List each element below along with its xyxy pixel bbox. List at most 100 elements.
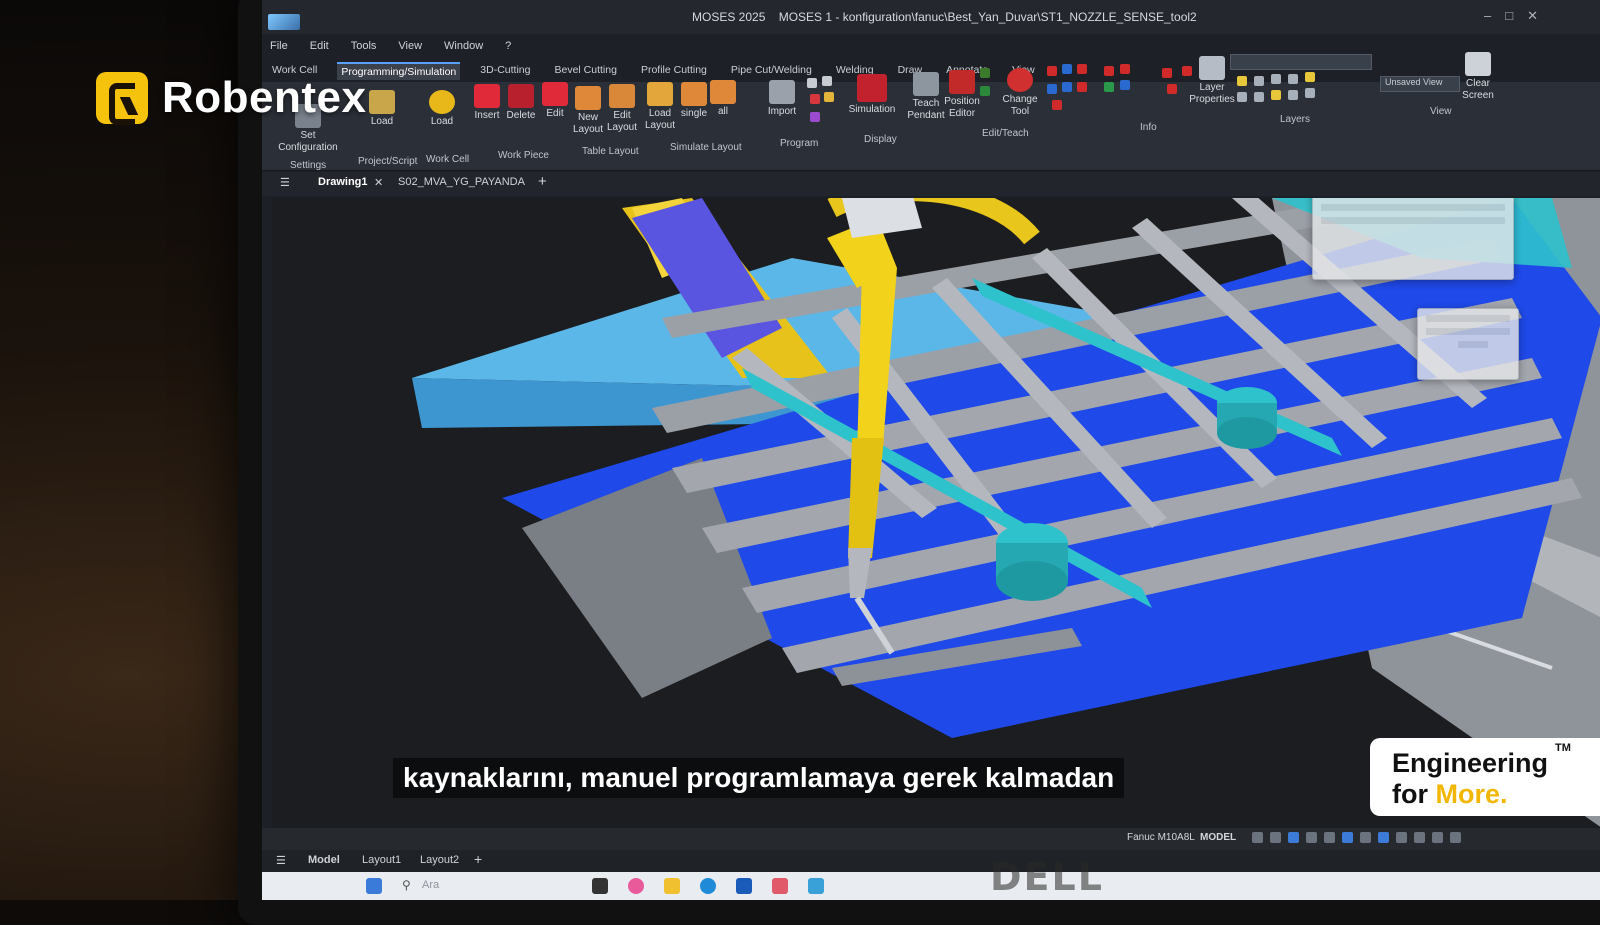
copilot-icon[interactable] xyxy=(628,878,644,894)
program-list-dialog[interactable] xyxy=(1312,198,1514,280)
add-layout-icon[interactable]: + xyxy=(474,851,482,867)
doc-tab-s02[interactable]: S02_MVA_YG_PAYANDA xyxy=(398,176,525,188)
insert-button[interactable]: Insert xyxy=(468,84,506,122)
layout-tab-model[interactable]: Model xyxy=(308,854,340,866)
menu-help[interactable]: ? xyxy=(505,40,511,60)
load-workcell-button[interactable]: Load xyxy=(422,90,462,128)
layer-tool-icon[interactable] xyxy=(1237,92,1247,102)
layout-tab-layout2[interactable]: Layout2 xyxy=(420,854,459,866)
tab-profile-cutting[interactable]: Profile Cutting xyxy=(637,62,711,80)
import-button[interactable]: Import xyxy=(762,80,802,118)
menu-view[interactable]: View xyxy=(398,40,422,60)
info-tool-icon[interactable] xyxy=(1077,82,1087,92)
program-tool-icon[interactable] xyxy=(810,94,820,104)
osnap-icon[interactable] xyxy=(1324,832,1335,843)
tab-pipe-cut-welding[interactable]: Pipe Cut/Welding xyxy=(727,62,816,80)
polar-icon[interactable] xyxy=(1306,832,1317,843)
info-tool-icon[interactable] xyxy=(1062,64,1072,74)
snap-icon[interactable] xyxy=(1270,832,1281,843)
new-tab-icon[interactable]: + xyxy=(538,173,547,190)
info-tool-icon[interactable] xyxy=(1052,100,1062,110)
edit-layout-button[interactable]: Edit Layout xyxy=(602,84,642,134)
info-tool-icon[interactable] xyxy=(1120,64,1130,74)
store-icon[interactable] xyxy=(736,878,752,894)
close-icon[interactable]: ✕ xyxy=(1527,8,1538,24)
info-tool-icon[interactable] xyxy=(1047,84,1057,94)
doc-tab-drawing1[interactable]: Drawing1 xyxy=(318,176,368,188)
layout-tab-layout1[interactable]: Layout1 xyxy=(362,854,401,866)
app-pinned-icon[interactable] xyxy=(772,878,788,894)
3d-viewport[interactable] xyxy=(272,198,1600,828)
layout-menu-icon[interactable]: ☰ xyxy=(276,854,286,867)
layer-tool-icon[interactable] xyxy=(1305,72,1315,82)
simulation-button[interactable]: Simulation xyxy=(846,74,898,116)
info-tool-icon[interactable] xyxy=(1047,66,1057,76)
menu-file[interactable]: File xyxy=(270,40,288,60)
info-tool-icon[interactable] xyxy=(1104,82,1114,92)
program-tool-icon[interactable] xyxy=(822,76,832,86)
layer-dropdown[interactable] xyxy=(1230,54,1372,70)
layer-tool-icon[interactable] xyxy=(1254,92,1264,102)
task-view-icon[interactable] xyxy=(592,878,608,894)
message-dialog[interactable] xyxy=(1417,308,1519,380)
layer-tool-icon[interactable] xyxy=(1271,90,1281,100)
layer-tool-icon[interactable] xyxy=(1237,76,1247,86)
program-tool-icon[interactable] xyxy=(810,112,820,122)
layer-tool-icon[interactable] xyxy=(1305,88,1315,98)
layer-tool-icon[interactable] xyxy=(1288,74,1298,84)
info-tool-icon[interactable] xyxy=(1162,68,1172,78)
info-tool-icon[interactable] xyxy=(1120,80,1130,90)
menu-tools[interactable]: Tools xyxy=(351,40,377,60)
info-tool-icon[interactable] xyxy=(1182,66,1192,76)
info-tool-icon[interactable] xyxy=(1167,84,1177,94)
edit-teach-tool-icon[interactable] xyxy=(980,86,990,96)
hamburger-menu-icon[interactable]: ☰ xyxy=(280,176,290,189)
menu-edit[interactable]: Edit xyxy=(310,40,329,60)
plus-icon[interactable] xyxy=(1432,832,1443,843)
windows-start-icon[interactable] xyxy=(366,878,382,894)
os-taskbar: ⚲ Ara xyxy=(262,872,1600,900)
menu-window[interactable]: Window xyxy=(444,40,483,60)
model-space-toggle[interactable]: MODEL xyxy=(1200,832,1236,843)
info-tool-icon[interactable] xyxy=(1104,66,1114,76)
dialog-ok-button[interactable] xyxy=(1458,341,1488,348)
taskbar-search-input[interactable]: Ara xyxy=(422,879,439,891)
otrack-icon[interactable] xyxy=(1342,832,1353,843)
tab-bevel-cutting[interactable]: Bevel Cutting xyxy=(550,62,620,80)
group-label-work-piece: Work Piece xyxy=(498,150,549,161)
ortho-icon[interactable] xyxy=(1288,832,1299,843)
maximize-icon[interactable]: □ xyxy=(1505,8,1513,24)
minimize-icon[interactable]: – xyxy=(1484,8,1491,24)
tagline-line2: for More. xyxy=(1392,779,1508,809)
workspace-gear-icon[interactable] xyxy=(1414,832,1425,843)
file-explorer-icon[interactable] xyxy=(664,878,680,894)
layer-properties-button[interactable]: Layer Properties xyxy=(1189,56,1235,106)
program-tool-icon[interactable] xyxy=(824,92,834,102)
delete-button[interactable]: Delete xyxy=(502,84,540,122)
load-script-button[interactable]: Load xyxy=(362,90,402,128)
ribbon: Set Configuration Load Load Insert Delet… xyxy=(262,52,1600,171)
change-tool-button[interactable]: Change Tool xyxy=(1000,68,1040,118)
tab-3d-cutting[interactable]: 3D-Cutting xyxy=(476,62,534,80)
group-label-edit-teach: Edit/Teach xyxy=(982,128,1029,139)
annotation-icon[interactable] xyxy=(1378,832,1389,843)
edit-teach-tool-icon[interactable] xyxy=(980,68,990,78)
lineweight-icon[interactable] xyxy=(1360,832,1371,843)
fullscreen-icon[interactable] xyxy=(1450,832,1461,843)
scale-icon[interactable] xyxy=(1396,832,1407,843)
layer-tool-icon[interactable] xyxy=(1271,74,1281,84)
position-editor-button[interactable]: Position Editor xyxy=(940,70,984,120)
clear-screen-button[interactable]: Clear Screen xyxy=(1460,52,1496,102)
search-icon[interactable]: ⚲ xyxy=(402,878,418,894)
info-tool-icon[interactable] xyxy=(1062,82,1072,92)
edge-browser-icon[interactable] xyxy=(700,878,716,894)
info-tool-icon[interactable] xyxy=(1077,64,1087,74)
simulate-all-button[interactable]: all xyxy=(706,80,740,118)
moses-app-icon[interactable] xyxy=(808,878,824,894)
layer-tool-icon[interactable] xyxy=(1254,76,1264,86)
close-tab-icon[interactable]: ✕ xyxy=(374,176,383,189)
grid-icon[interactable] xyxy=(1252,832,1263,843)
program-tool-icon[interactable] xyxy=(807,78,817,88)
layer-tool-icon[interactable] xyxy=(1288,90,1298,100)
view-dropdown[interactable]: Unsaved View xyxy=(1380,76,1460,92)
